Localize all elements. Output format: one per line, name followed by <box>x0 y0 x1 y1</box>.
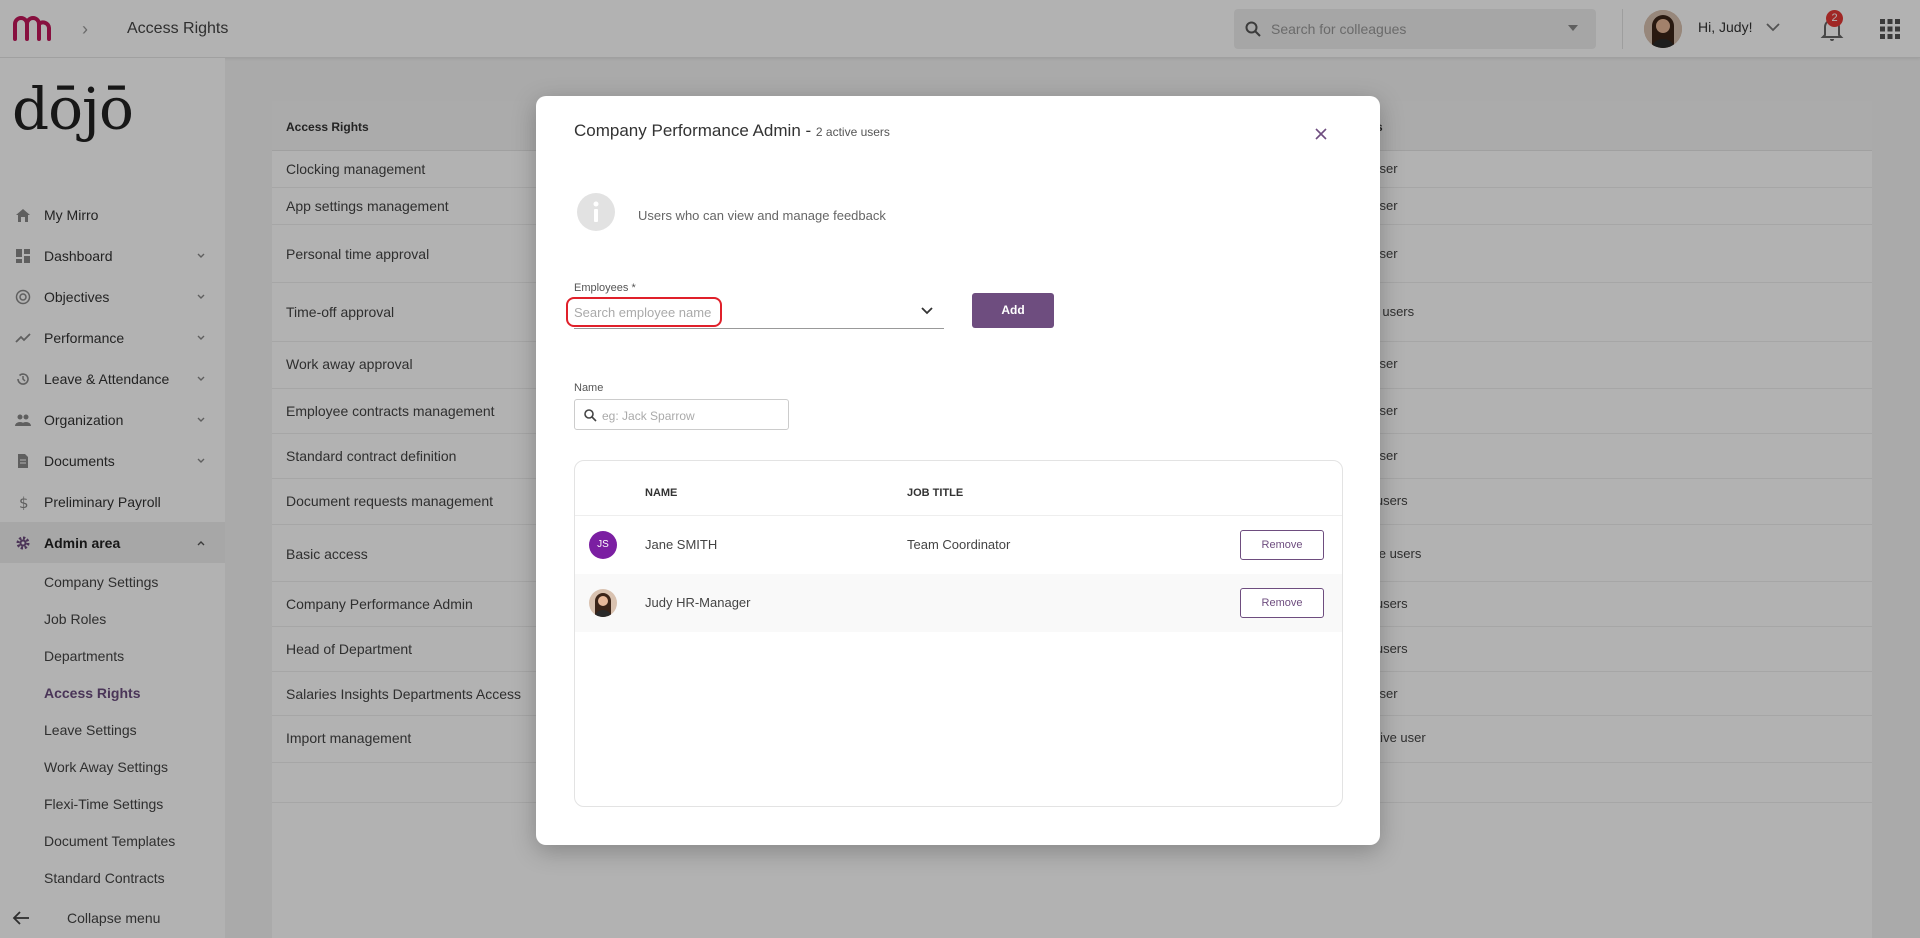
employees-field-label: Employees * <box>574 282 636 294</box>
column-header-name: NAME <box>645 487 678 499</box>
avatar: JS <box>589 531 617 559</box>
user-name: Judy HR-Manager <box>645 595 751 610</box>
employee-search-placeholder: Search employee name <box>574 305 712 320</box>
name-filter-placeholder: eg: Jack Sparrow <box>602 409 695 423</box>
chevron-down-icon[interactable] <box>920 304 934 318</box>
users-table: NAME JOB TITLE JS Jane SMITH Team Coordi… <box>574 460 1343 807</box>
access-right-modal: Company Performance Admin - 2 active use… <box>536 96 1380 845</box>
name-filter-label: Name <box>574 382 604 394</box>
users-table-header: NAME JOB TITLE <box>575 461 1342 516</box>
avatar <box>589 589 617 617</box>
modal-active-users-count: 2 active users <box>815 125 890 139</box>
modal-title: Company Performance Admin - 2 active use… <box>574 121 890 141</box>
employee-search-input[interactable]: Search employee name <box>566 297 722 327</box>
remove-button[interactable]: Remove <box>1240 588 1324 618</box>
access-right-description: Users who can view and manage feedback <box>638 208 886 223</box>
add-button[interactable]: Add <box>972 293 1054 328</box>
user-name: Jane SMITH <box>645 537 718 552</box>
column-header-job-title: JOB TITLE <box>907 487 964 499</box>
name-filter-input[interactable]: eg: Jack Sparrow <box>574 399 789 430</box>
remove-button[interactable]: Remove <box>1240 530 1324 560</box>
close-icon[interactable] <box>1313 126 1329 142</box>
table-row: Judy HR-Manager Remove <box>575 574 1342 632</box>
employee-field-underline <box>574 328 944 329</box>
modal-title-text: Company Performance Admin <box>574 121 801 140</box>
modal-title-separator: - <box>800 121 816 140</box>
info-icon <box>577 193 615 231</box>
user-job-title: Team Coordinator <box>907 537 1011 552</box>
table-row: JS Jane SMITH Team Coordinator Remove <box>575 516 1342 574</box>
search-icon <box>584 409 597 422</box>
